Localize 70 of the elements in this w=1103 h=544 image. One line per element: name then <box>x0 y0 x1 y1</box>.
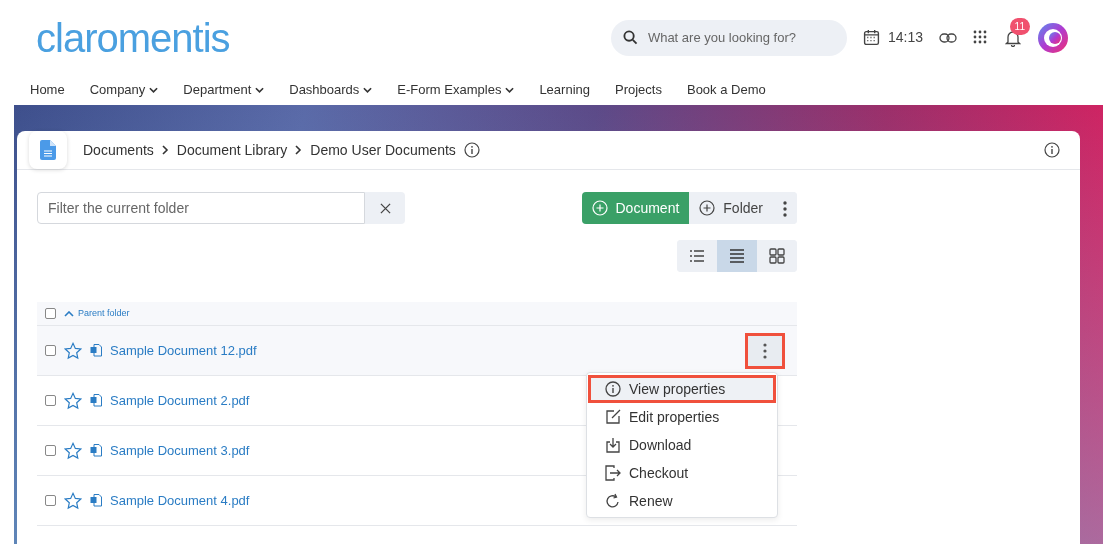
breadcrumb-link[interactable]: Demo User Documents <box>310 139 456 161</box>
checkbox[interactable] <box>45 308 56 319</box>
search-field[interactable]: What are you looking for? <box>610 19 847 56</box>
breadcrumb-link[interactable]: Documents <box>83 139 154 161</box>
row-menu-button[interactable] <box>745 332 785 369</box>
link-icon[interactable] <box>939 31 957 44</box>
menu-item[interactable]: Checkout <box>588 459 776 487</box>
nav-link[interactable]: Learning <box>539 80 590 100</box>
file-link[interactable]: Sample Document 3.pdf <box>110 440 250 461</box>
chevron-right-icon <box>161 145 169 155</box>
nav-link[interactable]: Home <box>30 80 65 100</box>
parent-folder-link[interactable]: Parent folder <box>64 306 130 321</box>
file-link[interactable]: Sample Document 12.pdf <box>110 340 257 361</box>
bell-icon[interactable] <box>1005 29 1021 48</box>
checkbox[interactable] <box>45 445 56 456</box>
kebab-icon <box>763 342 767 359</box>
nav-link[interactable]: Projects <box>615 80 662 100</box>
menu-item[interactable]: Download <box>588 431 776 459</box>
file-icon <box>90 394 102 407</box>
view-toggle[interactable] <box>717 240 757 272</box>
plus-circle-icon <box>699 200 716 216</box>
filter-field[interactable]: Filter the current folder <box>37 192 365 224</box>
star-icon[interactable] <box>64 441 82 460</box>
menu-item[interactable]: Renew <box>588 487 776 515</box>
search-icon <box>622 30 638 45</box>
info-icon[interactable] <box>463 142 480 158</box>
notification-badge: 11 <box>1009 18 1030 35</box>
star-icon[interactable] <box>64 341 82 360</box>
refresh-icon <box>605 493 621 509</box>
search-input[interactable]: What are you looking for? <box>645 26 835 49</box>
info-icon[interactable] <box>1044 142 1060 158</box>
exit-icon <box>605 465 621 481</box>
download-icon <box>605 437 621 453</box>
nav-link[interactable]: Book a Demo <box>686 80 766 100</box>
file-icon <box>90 344 102 357</box>
checkbox[interactable] <box>45 345 56 356</box>
lines-view-icon <box>729 248 745 264</box>
menu-item[interactable]: View properties <box>588 375 776 403</box>
chevron-right-icon <box>295 145 303 155</box>
time-text: 14:13 <box>887 28 923 47</box>
nav-link[interactable]: Department <box>183 80 265 100</box>
star-icon[interactable] <box>64 491 82 510</box>
chevron-down-icon <box>149 87 159 93</box>
chevron-down-icon <box>363 87 373 93</box>
document-icon <box>40 140 56 160</box>
close-icon <box>379 202 391 214</box>
file-icon <box>90 494 102 507</box>
checkbox[interactable] <box>45 495 56 506</box>
chevron-down-icon <box>255 87 265 93</box>
avatar-icon[interactable] <box>1037 21 1069 54</box>
list-view-icon <box>689 248 705 264</box>
nav-link[interactable]: E-Form Examples <box>397 80 515 100</box>
nav-link[interactable]: Company <box>89 80 159 100</box>
chevron-down-icon <box>505 87 515 93</box>
file-link[interactable]: Sample Document 4.pdf <box>110 490 250 511</box>
kebab-icon <box>783 200 787 217</box>
grid-view-icon <box>769 248 785 264</box>
plus-circle-icon <box>591 200 608 216</box>
calendar-icon[interactable] <box>862 29 880 46</box>
apps-grid-icon[interactable] <box>973 29 989 46</box>
star-icon[interactable] <box>64 391 82 410</box>
menu-item[interactable]: Edit properties <box>588 403 776 431</box>
breadcrumb-link[interactable]: Document Library <box>176 139 288 161</box>
checkbox[interactable] <box>45 395 56 406</box>
edit-icon <box>605 409 621 425</box>
file-icon <box>90 444 102 457</box>
nav-link[interactable]: Dashboards <box>289 80 373 100</box>
info-icon <box>605 381 621 397</box>
file-link[interactable]: Sample Document 2.pdf <box>110 390 250 411</box>
chevron-up-icon <box>64 310 74 317</box>
